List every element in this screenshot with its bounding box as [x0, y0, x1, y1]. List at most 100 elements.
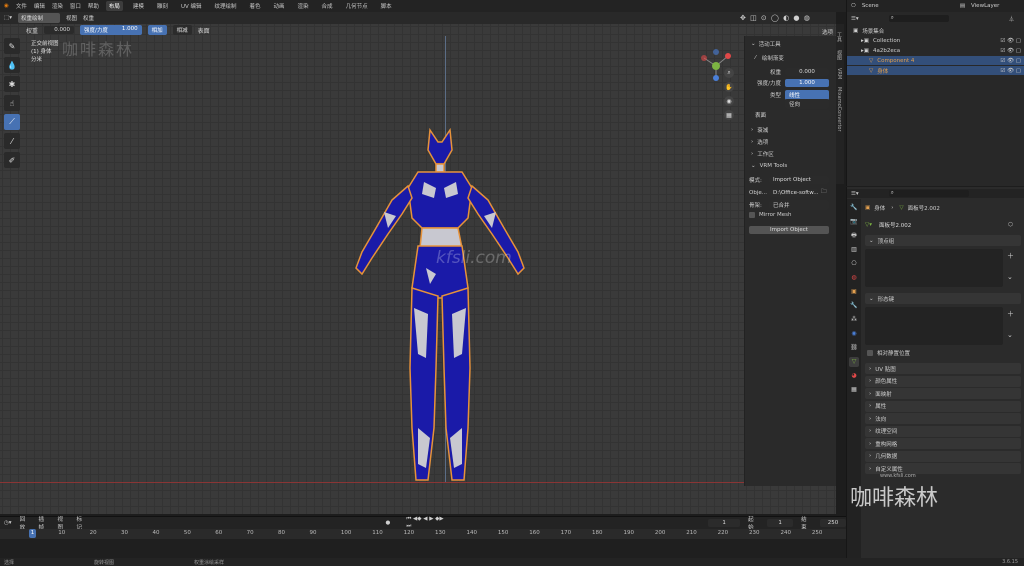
- blender-logo-icon[interactable]: ◉: [4, 3, 9, 9]
- zoom-icon[interactable]: ⌕: [724, 68, 734, 78]
- datablock-icon[interactable]: ▽▾: [865, 222, 872, 228]
- timeline-track[interactable]: [0, 539, 846, 559]
- menu-view[interactable]: 视图: [66, 14, 77, 22]
- average-brush-icon[interactable]: ✱: [4, 76, 20, 92]
- shape-keys-header[interactable]: ⌄ 形态键: [865, 293, 1021, 304]
- menu-window[interactable]: 窗口: [70, 2, 81, 10]
- property-panel-header[interactable]: › 面映射: [865, 388, 1021, 399]
- sample-weight-icon[interactable]: ⁄: [4, 133, 20, 149]
- data-tab-icon[interactable]: ▽: [849, 357, 859, 367]
- type-radial-button[interactable]: 径向: [785, 99, 829, 109]
- property-panel-header[interactable]: › 颜色属性: [865, 375, 1021, 387]
- blur-brush-icon[interactable]: 💧: [4, 57, 20, 73]
- end-frame-field[interactable]: 250: [820, 518, 847, 527]
- render-tab-icon[interactable]: 📷: [849, 217, 859, 227]
- visibility-toggles-icon[interactable]: ☑ 👁 ▢: [1000, 48, 1021, 54]
- smear-brush-icon[interactable]: ☝: [4, 95, 20, 111]
- mesh-name-field[interactable]: 面板号2.002: [875, 220, 1005, 230]
- output-tab-icon[interactable]: 🖶: [849, 231, 859, 241]
- tab-mixamo[interactable]: MixamoConvertor: [836, 87, 842, 132]
- outliner-row[interactable]: ▽ Component 4 ☑ 👁 ▢: [847, 56, 1024, 65]
- falloff-dropdown[interactable]: 表面: [198, 26, 210, 35]
- vg-add-icon[interactable]: ＋: [1007, 251, 1014, 261]
- modifier-tab-icon[interactable]: 🔧: [849, 301, 859, 311]
- outliner-display-mode-icon[interactable]: ☰▾: [851, 16, 859, 22]
- mesh-figure[interactable]: [340, 128, 540, 488]
- workspace-tab-render[interactable]: 渲染: [295, 1, 312, 11]
- scene-selector[interactable]: Scene: [862, 3, 908, 9]
- texture-tab-icon[interactable]: ▦: [849, 385, 859, 395]
- object-path-field[interactable]: D:\Office-softw...: [769, 188, 819, 197]
- outliner-row[interactable]: ▸▣ 4a2b2eca ☑ 👁 ▢: [847, 46, 1024, 55]
- vg-expand-icon[interactable]: ⌄: [1007, 273, 1013, 281]
- add-button[interactable]: 相加: [147, 25, 167, 35]
- particles-tab-icon[interactable]: ⁂: [849, 315, 859, 325]
- property-panel-header[interactable]: › UV 贴图: [865, 363, 1021, 374]
- annotate-icon[interactable]: ✐: [4, 152, 20, 168]
- outliner-row[interactable]: ▣ 场景集合: [847, 26, 1024, 35]
- visibility-toggles-icon[interactable]: ☑ 👁 ▢: [1000, 58, 1021, 64]
- properties-type-icon[interactable]: ☰▾: [851, 191, 859, 197]
- menu-render[interactable]: 渲染: [52, 2, 63, 10]
- property-panel-header[interactable]: › 重构网格: [865, 438, 1021, 449]
- property-panel-header[interactable]: › 法向: [865, 413, 1021, 424]
- world-tab-icon[interactable]: ◍: [849, 273, 859, 283]
- mirror-checkbox[interactable]: [749, 212, 755, 218]
- menu-help[interactable]: 帮助: [88, 2, 99, 10]
- camera-icon[interactable]: ◉: [724, 96, 734, 106]
- visibility-toggles-icon[interactable]: ☑ 👁 ▢: [1000, 38, 1021, 44]
- gradient-tool-icon[interactable]: ⟋: [4, 114, 20, 130]
- strength-field[interactable]: 强度/力度 1.000: [80, 25, 142, 35]
- object-tab-icon[interactable]: ▣: [849, 287, 859, 297]
- relative-checkbox[interactable]: [867, 350, 873, 356]
- workspace-tab-texture[interactable]: 纹理绘制: [211, 1, 239, 11]
- workspace-tab-uv[interactable]: UV 编辑: [178, 1, 205, 11]
- constraints-tab-icon[interactable]: ⛓: [849, 343, 859, 353]
- record-icon[interactable]: ●: [386, 520, 391, 526]
- grid-view-icon[interactable]: ▦: [724, 110, 734, 120]
- strength-input[interactable]: 1.000: [785, 79, 829, 87]
- outliner-search[interactable]: ⌕: [888, 15, 949, 22]
- skeleton-dropdown[interactable]: 已合并: [769, 200, 829, 210]
- relative-row[interactable]: 相对静置位置: [865, 349, 1021, 357]
- falloff-dropdown-n[interactable]: 表面: [751, 110, 831, 120]
- workspace-tab-modeling[interactable]: 建模: [130, 1, 147, 11]
- tool-tab-icon[interactable]: 🔧: [849, 203, 859, 213]
- folder-icon[interactable]: 🗀: [821, 188, 827, 197]
- vertex-groups-header[interactable]: ⌄ 顶点组: [865, 235, 1021, 246]
- frame-ruler[interactable]: 1102030405060708090100110120130140150160…: [0, 529, 846, 539]
- sk-add-icon[interactable]: ＋: [1007, 309, 1014, 319]
- mode-selector[interactable]: 权重绘制: [17, 13, 60, 23]
- mirror-row[interactable]: Mirror Mesh: [745, 212, 837, 218]
- timeline-type-icon[interactable]: ◷▾: [4, 520, 12, 526]
- workspace-tab-compositing[interactable]: 合成: [319, 1, 336, 11]
- shape-keys-list[interactable]: [865, 307, 1003, 345]
- pan-hand-icon[interactable]: ✋: [724, 82, 734, 92]
- visibility-toggles-icon[interactable]: ☑ 👁 ▢: [1000, 68, 1021, 74]
- current-frame-field[interactable]: 1: [708, 518, 741, 527]
- workspace-tab-shading[interactable]: 着色: [247, 1, 264, 11]
- property-panel-header[interactable]: › 几何数据: [865, 450, 1021, 462]
- workspace-tab-sculpt[interactable]: 雕刻: [154, 1, 171, 11]
- outliner-row[interactable]: ▸▣ Collection ☑ 👁 ▢: [847, 36, 1024, 45]
- menu-edit[interactable]: 编辑: [34, 2, 45, 10]
- scene-tab-icon[interactable]: ⎔: [849, 259, 859, 269]
- subtract-button[interactable]: 相减: [172, 25, 192, 35]
- physics-tab-icon[interactable]: ◉: [849, 329, 859, 339]
- workspace-section[interactable]: › 工作区: [745, 150, 837, 158]
- workspace-tab-animation[interactable]: 动画: [271, 1, 288, 11]
- playback-controls[interactable]: ⏮ ◀◆ ◀ ▶ ◆▶ ⏭: [406, 516, 450, 530]
- shading-modes[interactable]: ✥ ◫ ⊙ ◯ ◐ ● ◍: [740, 14, 811, 22]
- menu-weights[interactable]: 权重: [83, 14, 94, 22]
- weight-input[interactable]: 0.000: [785, 68, 829, 76]
- weight-field[interactable]: 0.000: [44, 26, 75, 34]
- fake-user-icon[interactable]: ⬡: [1008, 222, 1013, 228]
- material-tab-icon[interactable]: ◕: [849, 371, 859, 381]
- active-tool-header[interactable]: ⌄ 活动工具: [745, 40, 837, 48]
- properties-search[interactable]: ⌕: [888, 190, 969, 197]
- outliner-row[interactable]: ▽ 身体 ☑ 👁 ▢: [847, 66, 1024, 75]
- start-frame-field[interactable]: 1: [767, 518, 794, 527]
- property-panel-header[interactable]: › 纹理空间: [865, 425, 1021, 437]
- view-layer-tab-icon[interactable]: ▥: [849, 245, 859, 255]
- tab-vrm[interactable]: VRM: [836, 68, 842, 79]
